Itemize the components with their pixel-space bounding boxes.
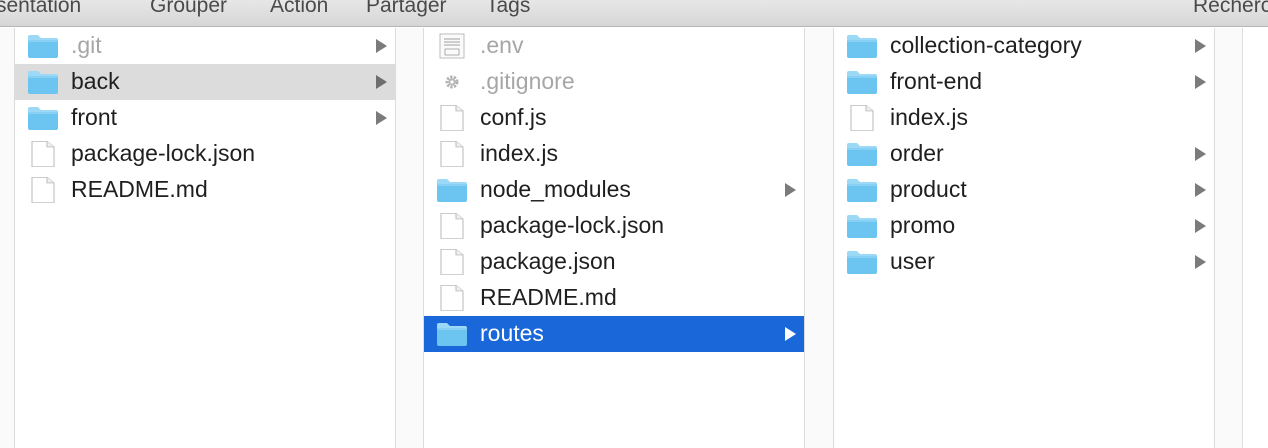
column-gutter — [805, 28, 833, 448]
folder-icon — [846, 69, 878, 95]
folder-icon — [846, 213, 878, 239]
settings-file-icon — [436, 69, 468, 95]
item-name: front-end — [890, 68, 983, 94]
folder-icon — [27, 105, 59, 131]
toolbar-action-label[interactable]: Action — [270, 0, 328, 18]
folder-icon — [27, 33, 59, 59]
folder-icon — [846, 141, 878, 167]
disclosure-arrow-icon — [1195, 255, 1206, 269]
disclosure-arrow-icon — [376, 75, 387, 89]
item-name: .git — [71, 32, 102, 58]
folder-row[interactable]: front — [15, 100, 395, 136]
item-name: promo — [890, 212, 956, 238]
folder-icon — [846, 249, 878, 275]
disclosure-arrow-icon — [1195, 147, 1206, 161]
folder-icon — [846, 177, 878, 203]
disclosure-arrow-icon — [785, 327, 796, 341]
item-name: back — [71, 68, 120, 94]
file-row[interactable]: index.js — [424, 136, 804, 172]
document-icon — [436, 140, 468, 168]
item-name: package-lock.json — [480, 212, 665, 238]
item-name: README.md — [480, 284, 617, 310]
folder-row[interactable]: product — [834, 172, 1214, 208]
file-row[interactable]: package.json — [424, 244, 804, 280]
document-icon — [436, 284, 468, 312]
disclosure-arrow-icon — [1195, 75, 1206, 89]
disclosure-arrow-icon — [1195, 183, 1206, 197]
item-name: user — [890, 248, 935, 274]
folder-row[interactable]: .git — [15, 28, 395, 64]
item-name: package.json — [480, 248, 616, 274]
file-row[interactable]: package-lock.json — [424, 208, 804, 244]
file-row[interactable]: README.md — [15, 172, 395, 208]
text-document-icon — [436, 33, 468, 59]
column-divider[interactable] — [1242, 28, 1243, 448]
disclosure-arrow-icon — [1195, 219, 1206, 233]
document-icon — [436, 248, 468, 276]
column-3: collection-category front-end index.js orde… — [834, 28, 1214, 448]
folder-row[interactable]: back — [15, 64, 395, 100]
file-row[interactable]: index.js — [834, 100, 1214, 136]
toolbar-presentation-label[interactable]: sentation — [0, 0, 81, 18]
toolbar-share-label[interactable]: Partager — [366, 0, 447, 18]
document-icon — [27, 176, 59, 204]
file-row[interactable]: .env — [424, 28, 804, 64]
toolbar-search-label[interactable]: Recherc — [1193, 0, 1268, 18]
folder-row[interactable]: collection-category — [834, 28, 1214, 64]
item-name: routes — [480, 320, 544, 346]
column-2: .env .gitignore conf.js index.js node_module… — [424, 28, 804, 448]
toolbar-tags-label[interactable]: Tags — [486, 0, 530, 18]
folder-row[interactable]: routes — [424, 316, 804, 352]
item-name: product — [890, 176, 967, 202]
item-name: README.md — [71, 176, 208, 202]
item-name: .env — [480, 32, 524, 58]
disclosure-arrow-icon — [785, 183, 796, 197]
folder-row[interactable]: order — [834, 136, 1214, 172]
item-name: front — [71, 104, 118, 130]
disclosure-arrow-icon — [1195, 39, 1206, 53]
folder-icon — [27, 69, 59, 95]
item-name: .gitignore — [480, 68, 575, 94]
toolbar-group-label[interactable]: Grouper — [150, 0, 227, 18]
disclosure-arrow-icon — [376, 111, 387, 125]
item-name: package-lock.json — [71, 140, 256, 166]
file-row[interactable]: package-lock.json — [15, 136, 395, 172]
column-gutter — [396, 28, 423, 448]
finder-toolbar: sentation Grouper Action Partager Tags R… — [0, 0, 1268, 27]
document-icon — [436, 212, 468, 240]
item-name: index.js — [480, 140, 558, 166]
folder-row[interactable]: promo — [834, 208, 1214, 244]
item-name: collection-category — [890, 32, 1082, 58]
column-1: .git back front package-lock.json README.md — [15, 28, 395, 448]
item-name: conf.js — [480, 104, 547, 130]
folder-row[interactable]: user — [834, 244, 1214, 280]
column-gutter — [1215, 28, 1242, 448]
folder-icon — [436, 177, 468, 203]
disclosure-arrow-icon — [376, 39, 387, 53]
document-icon — [846, 104, 878, 132]
folder-icon — [846, 33, 878, 59]
folder-row[interactable]: node_modules — [424, 172, 804, 208]
item-name: order — [890, 140, 944, 166]
column-gutter — [0, 28, 14, 448]
folder-row[interactable]: front-end — [834, 64, 1214, 100]
folder-icon — [436, 321, 468, 347]
item-name: node_modules — [480, 176, 631, 202]
document-icon — [27, 140, 59, 168]
item-name: index.js — [890, 104, 968, 130]
file-row[interactable]: conf.js — [424, 100, 804, 136]
document-icon — [436, 104, 468, 132]
file-row[interactable]: .gitignore — [424, 64, 804, 100]
file-row[interactable]: README.md — [424, 280, 804, 316]
